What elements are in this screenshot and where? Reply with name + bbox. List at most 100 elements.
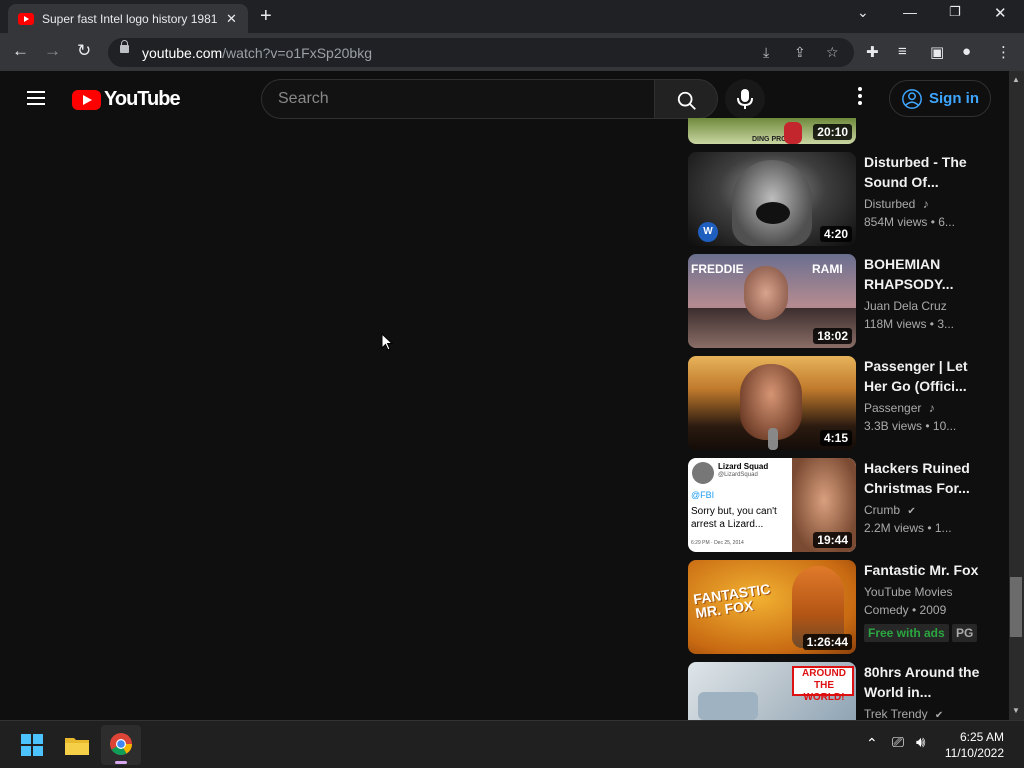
profile-icon[interactable]: ●: [962, 43, 971, 60]
related-video[interactable]: 4:15 Passenger | Let Her Go (Offici... P…: [688, 356, 988, 452]
browser-menu-icon[interactable]: ⋮: [996, 43, 1011, 61]
settings-more-icon[interactable]: [852, 87, 868, 111]
video-title[interactable]: Disturbed - The Sound Of...: [864, 152, 980, 192]
music-note-icon: ♪: [928, 401, 935, 415]
channel-name: Trek Trendy: [864, 707, 928, 720]
channel-name: Crumb: [864, 503, 901, 517]
channel-name: Passenger: [864, 401, 922, 415]
side-panel-icon[interactable]: ▣: [930, 43, 944, 61]
network-icon[interactable]: ⎚: [892, 734, 904, 751]
mouse-cursor-icon: [381, 333, 393, 351]
new-tab-icon[interactable]: +: [260, 5, 272, 28]
scroll-up-arrow-icon[interactable]: ▲: [1012, 75, 1020, 84]
video-title[interactable]: Hackers Ruined Christmas For...: [864, 458, 980, 498]
video-thumbnail[interactable]: 4:15: [688, 356, 856, 450]
sign-in-button[interactable]: Sign in: [889, 80, 991, 117]
microphone-figure: [768, 428, 778, 450]
media-controls-icon[interactable]: ≡: [898, 43, 907, 60]
video-thumbnail[interactable]: Lizard Squad @LizardSquad @FBI Sorry but…: [688, 458, 856, 552]
file-explorer-icon[interactable]: [65, 735, 89, 755]
url-text[interactable]: youtube.com/watch?v=o1FxSp20bkg: [142, 45, 372, 61]
extensions-icon[interactable]: ✚: [866, 43, 879, 61]
clock-date: 11/10/2022: [944, 746, 1004, 760]
video-duration: 18:02: [813, 328, 852, 344]
tab-close-icon[interactable]: ✕: [226, 11, 237, 27]
tab-search-chevron-icon[interactable]: ⌄: [857, 4, 869, 21]
url-host: youtube.com: [142, 45, 223, 61]
scrollbar-thumb[interactable]: [1010, 577, 1022, 637]
minimize-icon[interactable]: —: [903, 4, 917, 20]
close-window-icon[interactable]: ✕: [994, 4, 1007, 22]
related-video-partial[interactable]: DING PROD 20:10: [688, 118, 988, 144]
tweet-name: Lizard Squad: [718, 462, 769, 471]
video-thumbnail[interactable]: FANTASTIC MR. FOX 1:26:44: [688, 560, 856, 654]
video-thumbnail[interactable]: DING PROD 20:10: [688, 118, 856, 144]
video-channel[interactable]: Crumb ✔: [864, 503, 916, 517]
browser-tab[interactable]: Super fast Intel logo history 1981-2020 …: [8, 4, 248, 33]
thumbnail-text-left: FREDDIE: [691, 262, 744, 276]
windows-start-icon[interactable]: [21, 734, 43, 756]
volume-icon[interactable]: 🔊︎: [916, 734, 925, 751]
search-box: [261, 79, 655, 119]
video-channel[interactable]: YouTube Movies: [864, 585, 953, 599]
video-title[interactable]: Fantastic Mr. Fox: [864, 560, 980, 580]
tweet-handle: @LizardSquad: [718, 472, 758, 478]
address-bar[interactable]: youtube.com/watch?v=o1FxSp20bkg ⤓ ⇪ ☆: [108, 38, 854, 67]
video-title[interactable]: Passenger | Let Her Go (Offici...: [864, 356, 980, 396]
channel-name: Disturbed: [864, 197, 916, 211]
warner-logo-icon: W: [698, 222, 718, 242]
windows-taskbar: ⌃ ⎚ 🔊︎ 6:25 AM 11/10/2022: [0, 720, 1024, 768]
system-clock[interactable]: 6:25 AM 11/10/2022: [945, 729, 1004, 761]
search-button[interactable]: [654, 79, 718, 119]
related-video[interactable]: FANTASTIC MR. FOX 1:26:44 Fantastic Mr. …: [688, 560, 988, 656]
lock-icon[interactable]: [120, 40, 129, 53]
video-channel[interactable]: Passenger ♪: [864, 401, 935, 415]
bookmark-star-icon[interactable]: ☆: [826, 44, 839, 61]
related-video[interactable]: AROUND THE WORLD! 80hrs Around the World…: [688, 662, 988, 720]
video-channel[interactable]: Juan Dela Cruz: [864, 299, 947, 313]
tweet-avatar: [692, 462, 714, 484]
show-hidden-icons-chevron-icon[interactable]: ⌃: [866, 735, 878, 752]
back-icon[interactable]: ←: [12, 41, 29, 61]
tweet-date: 6:29 PM · Dec 25, 2014: [691, 540, 744, 546]
video-title[interactable]: 80hrs Around the World in...: [864, 662, 980, 702]
video-meta: 118M views • 3...: [864, 317, 955, 331]
thumbnail-text-right: RAMI: [812, 262, 843, 276]
singer-figure: [744, 266, 788, 320]
video-duration: 20:10: [813, 124, 852, 140]
plane-seat-figure: [698, 692, 758, 720]
video-thumbnail[interactable]: W 4:20: [688, 152, 856, 246]
video-title[interactable]: BOHEMIAN RHAPSODY...: [864, 254, 980, 294]
forward-icon[interactable]: →: [44, 41, 61, 61]
chrome-taskbar-button[interactable]: [101, 725, 141, 765]
share-icon[interactable]: ⇪: [794, 44, 806, 61]
video-channel[interactable]: Trek Trendy ✔: [864, 707, 943, 720]
video-duration: 4:20: [819, 226, 852, 242]
music-note-icon: ♪: [922, 197, 929, 211]
related-video[interactable]: W 4:20 Disturbed - The Sound Of... Distu…: [688, 152, 988, 248]
youtube-logo[interactable]: YouTube: [72, 88, 181, 111]
video-duration: 4:15: [819, 430, 852, 446]
guide-menu-icon[interactable]: [27, 91, 45, 105]
free-with-ads-badge: Free with ads: [864, 624, 949, 642]
video-duration: 1:26:44: [802, 634, 852, 650]
video-thumbnail[interactable]: AROUND THE WORLD!: [688, 662, 856, 720]
related-video[interactable]: FREDDIE RAMI 18:02 BOHEMIAN RHAPSODY... …: [688, 254, 988, 350]
install-app-icon[interactable]: ⤓: [763, 44, 769, 61]
scroll-down-arrow-icon[interactable]: ▼: [1012, 706, 1020, 715]
related-video[interactable]: Lizard Squad @LizardSquad @FBI Sorry but…: [688, 458, 988, 554]
reload-icon[interactable]: ↻: [77, 41, 91, 61]
browser-tab-strip: Super fast Intel logo history 1981-2020 …: [0, 0, 1024, 33]
youtube-logo-text: YouTube: [104, 88, 181, 110]
voice-search-button[interactable]: [725, 79, 765, 119]
thumbnail-title-text: FANTASTIC MR. FOX: [692, 580, 772, 622]
mouth-figure: [756, 202, 790, 224]
tweet-body: Sorry but, you can't arrest a Lizard...: [691, 506, 777, 530]
url-path: /watch?v=o1FxSp20bkg: [222, 45, 372, 61]
tweet-mention: @FBI: [691, 490, 715, 500]
search-input[interactable]: [262, 80, 654, 118]
video-channel[interactable]: Disturbed ♪: [864, 197, 929, 211]
chrome-icon: [110, 733, 132, 755]
video-thumbnail[interactable]: FREDDIE RAMI 18:02: [688, 254, 856, 348]
restore-icon[interactable]: ❐: [949, 4, 961, 20]
